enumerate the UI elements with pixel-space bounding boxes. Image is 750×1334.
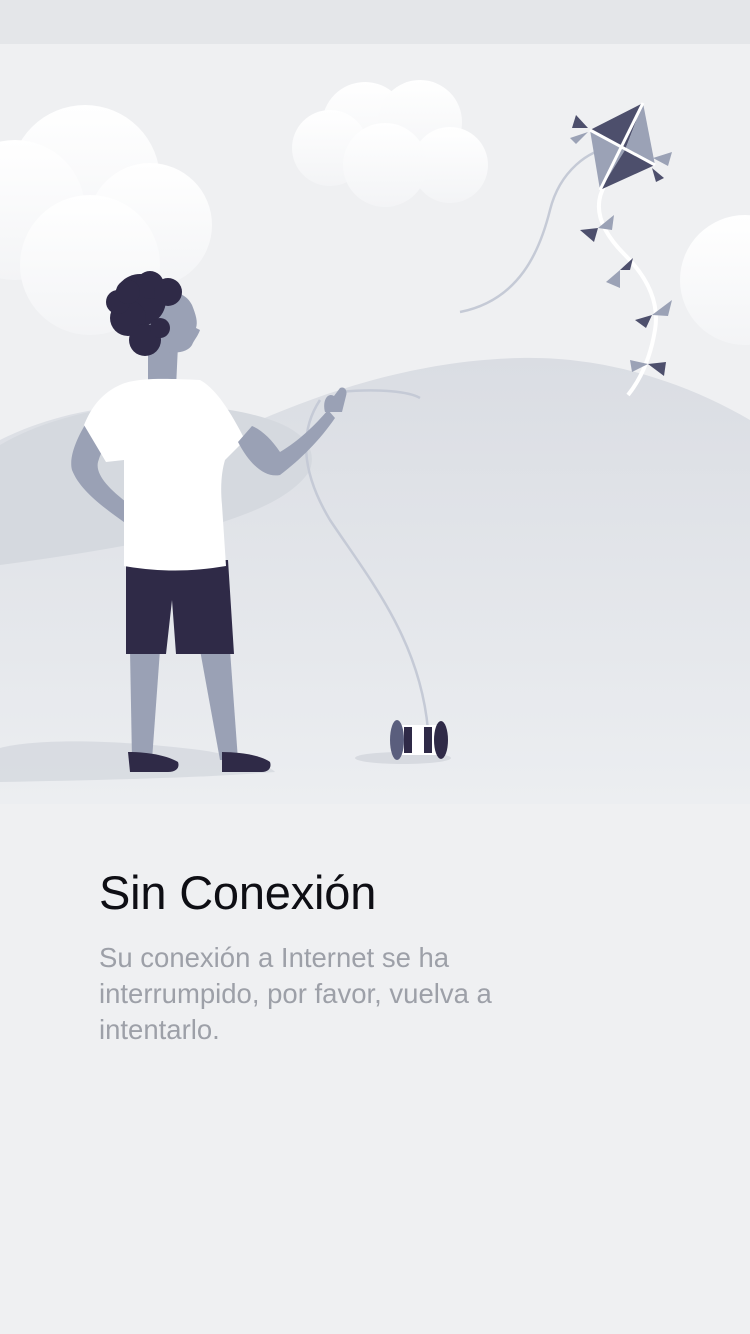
kite-tail: [596, 183, 658, 397]
status-bar: [0, 0, 750, 44]
cloud-center-icon: [292, 80, 488, 207]
page-title: Sin Conexión: [99, 866, 377, 919]
cloud-right-icon: [680, 215, 750, 345]
offline-description: Su conexión a Internet se ha interrumpid…: [99, 942, 492, 1045]
offline-message: Sin Conexión Su conexión a Internet se h…: [99, 862, 659, 1048]
kite-icon: [570, 102, 672, 191]
offline-illustration: [0, 44, 750, 804]
kite-bows: [580, 215, 672, 376]
spool-icon: [390, 720, 448, 760]
